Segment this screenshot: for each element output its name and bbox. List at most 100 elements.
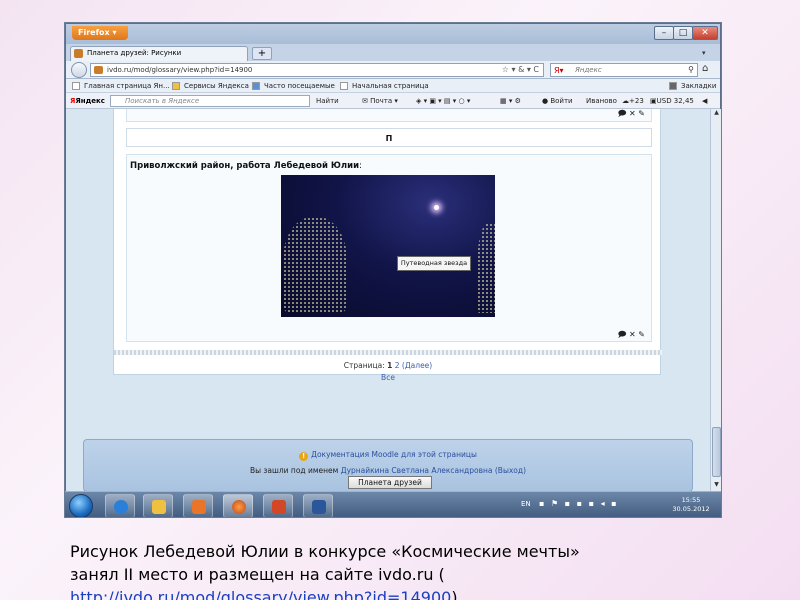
glossary-entry: Приволжский район, работа Лебедевой Юлии… <box>126 154 652 342</box>
user-profile-link[interactable]: Дурнайкина Светлана Александровна <box>341 466 493 475</box>
bookmark-item[interactable]: Часто посещаемые <box>252 79 335 93</box>
taskbar-media-button[interactable] <box>183 494 213 517</box>
pager-label: Страница: <box>343 361 385 370</box>
currency-value: USD 32,45 <box>656 97 694 105</box>
yandex-logo[interactable]: ЯЯндекс <box>70 93 105 109</box>
scroll-thumb[interactable] <box>712 427 721 477</box>
caption-line-2-text: занял II место и размещен на сайте ivdo.… <box>70 565 445 584</box>
entry-tools-icon[interactable]: 🗩 ✕ ✎ <box>618 329 645 343</box>
yandex-logo-text: Яндекс <box>75 97 105 105</box>
yandex-search-icon: Я▾ <box>554 66 564 75</box>
tab-title: Планета друзей: Рисунки <box>87 49 182 57</box>
mail-label: Почта <box>370 97 393 105</box>
pagination: Страница: 1 2 (Далее) Все <box>114 360 662 384</box>
moodle-docs-link[interactable]: Документация Moodle для этой страницы <box>311 450 477 459</box>
yandex-search-placeholder: Поискать в Яндексе <box>125 97 200 105</box>
folder-icon <box>152 500 166 514</box>
bookmark-item[interactable]: Главная страница Ян... <box>72 79 170 93</box>
bookmarks-menu-label: Закладки <box>681 82 717 90</box>
bookmarks-icon <box>669 82 677 90</box>
bookmark-item[interactable]: Начальная страница <box>340 79 429 93</box>
media-player-icon <box>192 500 206 514</box>
scroll-down-icon[interactable]: ▼ <box>712 481 721 491</box>
yandex-find-button[interactable]: Найти <box>316 93 339 109</box>
taskbar-powerpoint-button[interactable] <box>263 494 293 517</box>
home-icon[interactable]: ⌂ <box>702 63 708 74</box>
start-button[interactable] <box>69 494 93 517</box>
entry-tools-icon[interactable]: 🗩 ✕ ✎ <box>618 109 645 122</box>
caption-url-link[interactable]: http://ivdo.ru/mod/glossary/view.php?id=… <box>70 588 451 600</box>
weather-widget[interactable]: ☁+23 <box>622 93 644 109</box>
logout-link[interactable]: (Выход) <box>495 466 526 475</box>
powerpoint-icon <box>272 500 286 514</box>
favicon-icon <box>74 49 83 58</box>
slide-caption: Рисунок Лебедевой Юлии в конкурсе «Косми… <box>70 540 770 600</box>
tray-icons[interactable]: ▪ ⚑ ▪ ▪ ▪ ◂ ▪ <box>539 499 619 508</box>
desktop-screenshot: Firefox ▾ – □ ✕ Планета друзей: Рисунки … <box>64 22 722 518</box>
entry-title: Приволжский район, работа Лебедевой Юлии… <box>130 161 362 171</box>
page-icon <box>340 82 348 90</box>
new-tab-button[interactable]: + <box>252 47 272 60</box>
tab-active[interactable]: Планета друзей: Рисунки <box>70 46 248 61</box>
search-placeholder: Яндекс <box>575 66 602 74</box>
bookmark-item[interactable]: Сервисы Яндекса <box>172 79 249 93</box>
weather-value: +23 <box>629 97 644 105</box>
url-bar[interactable]: ivdo.ru/mod/glossary/view.php?id=14900 ☆… <box>90 63 544 77</box>
close-button[interactable]: ✕ <box>692 26 718 40</box>
firefox-menu-button[interactable]: Firefox ▾ <box>72 26 128 40</box>
bookmarks-toolbar: Главная страница Ян... Сервисы Яндекса Ч… <box>66 79 720 93</box>
settings-icon[interactable]: ▦ ▾ ⚙ <box>500 93 521 109</box>
vertical-scrollbar[interactable]: ▲ ▼ <box>710 109 721 492</box>
bookmarks-menu[interactable]: Закладки <box>669 79 716 93</box>
night-sky-drawing[interactable]: Путеводная звезда <box>281 175 495 317</box>
letter-heading: П <box>126 128 652 147</box>
list-all-tabs-icon[interactable]: ▾ <box>702 49 706 57</box>
login-label: Войти <box>550 97 573 105</box>
toolbar-icons[interactable]: ◈ ▾ ▣ ▾ ▤ ▾ ○ ▾ <box>416 93 470 109</box>
windows-taskbar: EN ▪ ⚑ ▪ ▪ ▪ ◂ ▪ 15:55 30.05.2012 <box>65 491 721 517</box>
login-button[interactable]: ● Войти <box>542 93 573 109</box>
page-footer: ! Документация Moodle для этой страницы В… <box>83 439 693 492</box>
url-tools-icon[interactable]: ☆ ▾ & ▾ C <box>502 64 539 76</box>
navigation-toolbar: ivdo.ru/mod/glossary/view.php?id=14900 ☆… <box>66 61 720 79</box>
pager-next-link[interactable]: (Далее) <box>402 361 432 370</box>
mail-button[interactable]: ✉ Почта ▾ <box>362 93 398 109</box>
page-icon <box>72 82 80 90</box>
maximize-button[interactable]: □ <box>673 26 693 40</box>
system-clock[interactable]: 15:55 30.05.2012 <box>663 496 719 514</box>
minimize-button[interactable]: – <box>654 26 674 40</box>
pager-page-2-link[interactable]: 2 <box>395 361 400 370</box>
taskbar-explorer-button[interactable] <box>143 494 173 517</box>
page-viewport: 🗩 ✕ ✎ П Приволжский район, работа Лебеде… <box>66 109 710 492</box>
divider <box>114 350 662 355</box>
site-home-button[interactable]: Планета друзей <box>348 476 432 489</box>
search-bar[interactable]: Я▾ Яндекс ⚲ <box>550 63 698 77</box>
login-info: Вы зашли под именем Дурнайкина Светлана … <box>84 465 692 476</box>
taskbar-word-button[interactable] <box>303 494 333 517</box>
search-icon[interactable]: ⚲ <box>688 64 694 76</box>
info-icon: ! <box>299 452 309 461</box>
speaker-icon[interactable]: ◀ <box>702 93 707 109</box>
caption-line-3: http://ivdo.ru/mod/glossary/view.php?id=… <box>70 586 770 600</box>
folder-icon <box>172 82 180 90</box>
yandex-search-input[interactable]: Поискать в Яндексе <box>110 95 310 107</box>
tab-strip: Планета друзей: Рисунки + ▾ <box>66 44 720 61</box>
glossary-entry-previous: 🗩 ✕ ✎ <box>126 109 652 122</box>
currency-widget[interactable]: ▣USD 32,45 <box>650 93 694 109</box>
caption-line-2: занял II место и размещен на сайте ivdo.… <box>70 563 770 586</box>
language-indicator[interactable]: EN <box>521 500 531 508</box>
pager-all-link[interactable]: Все <box>381 373 395 382</box>
back-button[interactable] <box>71 62 87 78</box>
taskbar-ie-button[interactable] <box>105 494 135 517</box>
taskbar-firefox-button[interactable] <box>223 494 253 517</box>
yandex-toolbar: ЯЯндекс Поискать в Яндексе Найти ✉ Почта… <box>66 93 720 109</box>
word-icon <box>312 500 326 514</box>
image-tooltip: Путеводная звезда <box>397 256 471 271</box>
clock-time: 15:55 <box>681 496 701 504</box>
entry-title-suffix: : <box>359 161 362 171</box>
scroll-up-icon[interactable]: ▲ <box>712 109 721 119</box>
glossary-content: 🗩 ✕ ✎ П Приволжский район, работа Лебеде… <box>113 109 662 382</box>
ie-icon <box>114 500 128 514</box>
city-label[interactable]: Иваново <box>586 93 617 109</box>
guiding-star <box>434 205 439 210</box>
